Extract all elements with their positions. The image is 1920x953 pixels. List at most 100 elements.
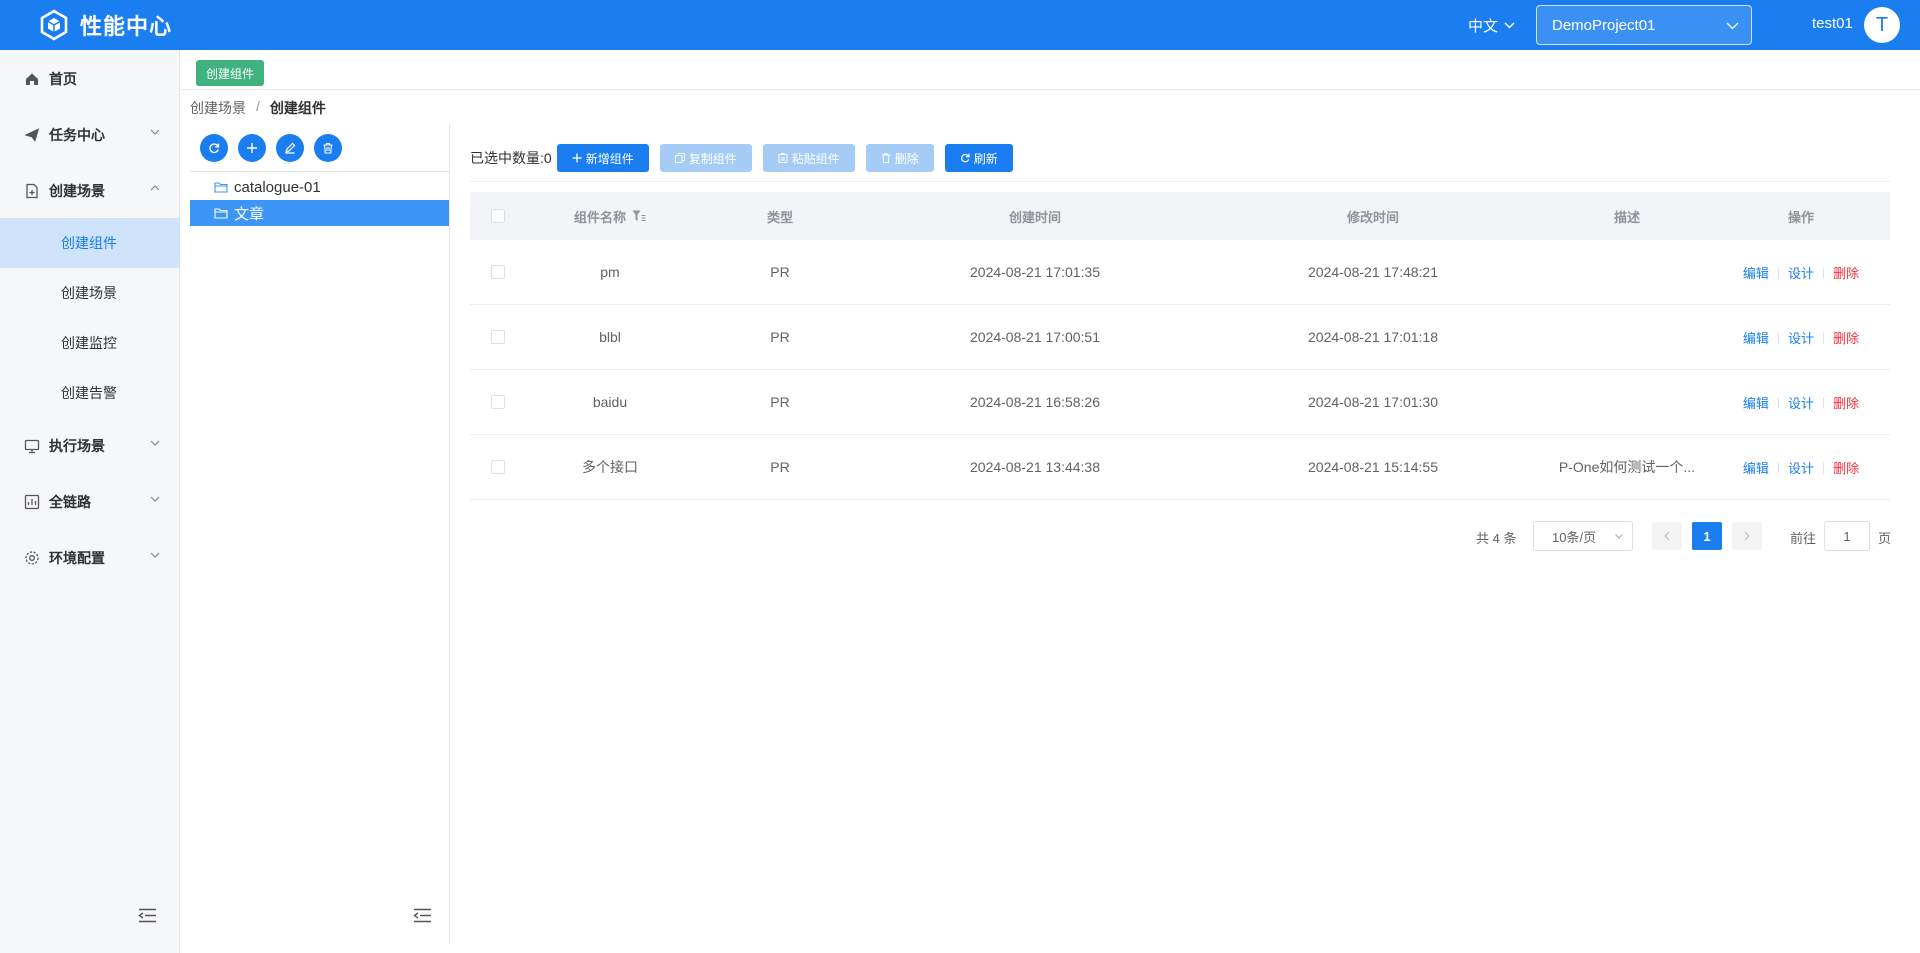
button-label: 删除 (894, 151, 919, 166)
delete-link[interactable]: 删除 (1833, 458, 1859, 477)
page-number-current[interactable]: 1 (1692, 522, 1722, 550)
avatar[interactable]: T (1864, 7, 1900, 43)
prev-page-button[interactable] (1652, 522, 1682, 550)
component-table: 组件名称 类型 创建时间 修改时间 描述 操作 pm PR 2024-08-21… (470, 192, 1890, 500)
breadcrumb-current: 创建组件 (269, 100, 326, 116)
project-select[interactable]: DemoProject01 (1536, 5, 1752, 45)
collapse-tree-icon[interactable] (413, 908, 432, 923)
refresh-button[interactable]: 刷新 (944, 144, 1013, 172)
header-ops: 操作 (1787, 209, 1814, 225)
filter-icon[interactable] (632, 210, 646, 222)
breadcrumb-parent[interactable]: 创建场景 (190, 98, 246, 118)
chevron-down-icon (150, 440, 160, 446)
top-header: 性能中心 中文 DemoProject01 test01 T (0, 0, 1920, 50)
sidebar-item-label: 任务中心 (49, 127, 105, 143)
page-size-value: 10条/页 (1552, 529, 1597, 545)
sidebar-subitem-create-monitor[interactable]: 创建监控 (0, 318, 180, 368)
row-checkbox[interactable] (491, 265, 505, 279)
sidebar-subitem-create-scenario[interactable]: 创建场景 (0, 268, 180, 318)
copy-component-button[interactable]: 复制组件 (659, 144, 752, 172)
row-checkbox[interactable] (491, 460, 505, 474)
add-component-button[interactable]: 新增组件 (556, 144, 649, 172)
tree-node-catalogue-01[interactable]: catalogue-01 (190, 174, 449, 200)
edit-link[interactable]: 编辑 (1743, 393, 1769, 412)
copy-icon (674, 153, 685, 163)
plus-icon (247, 143, 257, 153)
sidebar-item-home[interactable]: 首页 (0, 54, 180, 104)
sidebar-item-exec-scene[interactable]: 执行场景 (0, 421, 180, 471)
sidebar-item-env-config[interactable]: 环境配置 (0, 533, 180, 583)
divider (180, 89, 1920, 90)
delete-link[interactable]: 删除 (1833, 263, 1859, 282)
tree-node-article[interactable]: 文章 (190, 200, 449, 226)
op-separator: | (1776, 395, 1780, 409)
sidebar-item-create-scene[interactable]: 创建场景 (0, 166, 180, 216)
delete-link[interactable]: 删除 (1833, 393, 1859, 412)
page-size-select[interactable]: 10条/页 (1533, 521, 1633, 551)
edit-link[interactable]: 编辑 (1743, 328, 1769, 347)
app-logo[interactable]: 性能中心 (38, 9, 172, 41)
button-label: 刷新 (973, 151, 998, 166)
delete-component-button[interactable]: 删除 (865, 144, 934, 172)
cell-name: pm (600, 264, 620, 280)
next-page-button[interactable] (1732, 522, 1762, 550)
header-modified: 修改时间 (1346, 209, 1399, 225)
refresh-tree-button[interactable] (200, 134, 228, 162)
cell-ops: 编辑 | 设计 | 删除 (1712, 328, 1890, 347)
goto-label: 前往 (1790, 531, 1817, 546)
header-checkbox-cell (470, 209, 526, 223)
monitor-icon (24, 438, 40, 454)
cell-created: 2024-08-21 17:01:35 (970, 264, 1100, 280)
row-checkbox[interactable] (491, 330, 505, 344)
design-link[interactable]: 设计 (1788, 393, 1814, 412)
edit-folder-button[interactable] (276, 134, 304, 162)
add-folder-button[interactable] (238, 134, 266, 162)
chevron-down-icon (1726, 22, 1739, 30)
cell-name: baidu (592, 394, 628, 410)
design-link[interactable]: 设计 (1788, 263, 1814, 282)
edit-link[interactable]: 编辑 (1743, 458, 1769, 477)
select-all-checkbox[interactable] (491, 209, 505, 223)
cell-name: blbl (599, 329, 621, 345)
sidebar-subitem-create-alert[interactable]: 创建告警 (0, 368, 180, 418)
chevron-down-icon (150, 496, 160, 502)
chevron-left-icon (1664, 531, 1670, 541)
header-created: 创建时间 (1008, 209, 1061, 225)
tab-create-component[interactable]: 创建组件 (196, 60, 265, 86)
row-checkbox-cell (470, 265, 526, 279)
row-checkbox[interactable] (491, 395, 505, 409)
table-row: baidu PR 2024-08-21 16:58:26 2024-08-21 … (470, 370, 1890, 435)
cell-modified: 2024-08-21 17:01:18 (1308, 329, 1438, 345)
refresh-icon (960, 153, 970, 163)
edit-link[interactable]: 编辑 (1743, 263, 1769, 282)
goto-page-input[interactable] (1824, 521, 1870, 551)
design-link[interactable]: 设计 (1788, 458, 1814, 477)
username[interactable]: test01 (1812, 15, 1853, 32)
sidebar-item-task-center[interactable]: 任务中心 (0, 110, 180, 160)
selected-count: 已选中数量:0 (470, 150, 552, 166)
delete-link[interactable]: 删除 (1833, 328, 1859, 347)
project-name: DemoProject01 (1552, 16, 1656, 34)
cell-modified: 2024-08-21 17:48:21 (1308, 264, 1438, 280)
op-separator: | (1822, 395, 1826, 409)
chevron-right-icon (1744, 531, 1750, 541)
plus-icon (572, 153, 582, 163)
send-icon (24, 127, 40, 143)
trash-icon (881, 153, 890, 163)
language-switch[interactable]: 中文 (1468, 15, 1515, 36)
chevron-down-icon (1615, 534, 1623, 539)
paste-component-button[interactable]: 粘贴组件 (762, 144, 855, 172)
header-type: 类型 (766, 209, 793, 225)
tree-node-label: 文章 (234, 205, 265, 223)
sidebar-item-label: 执行场景 (49, 438, 105, 454)
chevron-up-icon (150, 185, 160, 191)
design-link[interactable]: 设计 (1788, 328, 1814, 347)
folder-icon (214, 181, 228, 193)
delete-folder-button[interactable] (314, 134, 342, 162)
sidebar-subitem-create-component[interactable]: 创建组件 (0, 218, 180, 268)
collapse-menu-icon[interactable] (138, 908, 157, 923)
sidebar-item-full-link[interactable]: 全链路 (0, 477, 180, 527)
divider (190, 171, 449, 172)
trash-icon (323, 142, 333, 154)
header-label: 组件名称 (573, 209, 626, 225)
